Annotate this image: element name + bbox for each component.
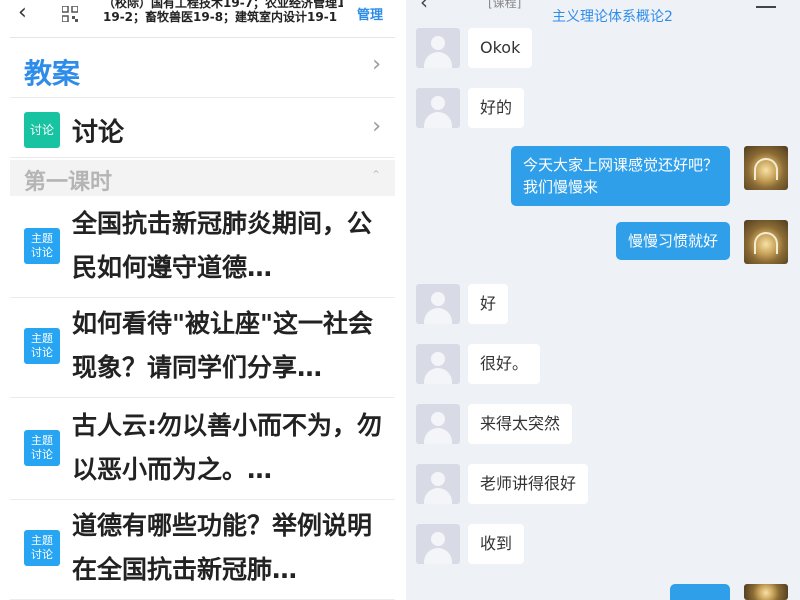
avatar-body-shape	[424, 488, 452, 504]
avatar-head-shape	[431, 352, 445, 366]
section-header[interactable]: 第一课时 ⌃	[10, 160, 395, 196]
chat-bubble-outgoing-partial[interactable]	[670, 584, 730, 600]
chat-bubble-incoming[interactable]: 收到	[468, 524, 525, 564]
topic-tag-line: 主题	[31, 232, 53, 245]
user-avatar[interactable]	[416, 464, 460, 504]
topic-item[interactable]: 主题 讨论 古人云:勿以善小而不为，勿以恶小而为之。…	[10, 400, 395, 500]
discussion-label: 讨论	[72, 118, 125, 148]
topic-title: 全国抗击新冠肺炎期间，公民如何遵守道德…	[72, 209, 373, 282]
chat-panel: ‹ [课程] 主义理论体系概论2 Okok 好的 今天大家上网课感觉还好吧？ 我…	[406, 0, 800, 600]
panel-divider	[398, 0, 406, 600]
chevron-right-icon: ›	[372, 52, 381, 77]
chat-type-tag: [课程]	[488, 0, 522, 10]
discussion-row[interactable]: 讨论 讨论 ›	[10, 100, 395, 158]
avatar-head-shape	[431, 292, 445, 306]
topic-tag: 主题 讨论	[24, 530, 60, 566]
class-list: （校际）国有工程技术19-7；农业经济管理19- 19-2；畜牧兽医19-8；建…	[103, 0, 343, 24]
topic-tag-line: 主题	[31, 434, 53, 447]
topic-tag: 主题 讨论	[24, 328, 60, 364]
topic-item[interactable]: 主题 讨论 如何看待"被让座"这一社会现象？请同学们分享…	[10, 298, 395, 398]
topic-tag: 主题 讨论	[24, 430, 60, 466]
chevron-right-icon: ›	[372, 114, 381, 139]
user-avatar[interactable]	[416, 284, 460, 324]
self-avatar[interactable]	[744, 584, 788, 600]
back-arrow-icon[interactable]: ‹	[420, 0, 428, 14]
topic-tag-line: 讨论	[31, 246, 53, 259]
course-header: ‹ （校际）国有工程技术19-7；农业经济管理19- 19-2；畜牧兽医19-8…	[10, 0, 395, 38]
avatar-body-shape	[424, 548, 452, 564]
topic-item[interactable]: 主题 讨论 道德有哪些功能？举例说明在全国抗击新冠肺…	[10, 500, 395, 600]
avatar-head-shape	[431, 412, 445, 426]
chat-bubble-incoming[interactable]: 好的	[468, 88, 525, 128]
discussion-tag: 讨论	[24, 112, 60, 148]
section-title: 第一课时	[24, 170, 113, 195]
class-list-line: （校际）国有工程技术19-7；农业经济管理19-	[103, 0, 343, 10]
avatar-body-shape	[424, 368, 452, 384]
chat-bubble-incoming[interactable]: 老师讲得很好	[468, 464, 589, 504]
avatar-head-shape	[431, 472, 445, 486]
user-avatar[interactable]	[416, 404, 460, 444]
user-avatar[interactable]	[416, 344, 460, 384]
self-avatar[interactable]	[744, 220, 788, 264]
course-panel: ‹ （校际）国有工程技术19-7；农业经济管理19- 19-2；畜牧兽医19-8…	[10, 0, 395, 600]
chat-title: 主义理论体系概论2	[552, 9, 673, 25]
avatar-head-shape	[431, 36, 445, 50]
topic-tag-line: 主题	[31, 332, 53, 345]
avatar-body-shape	[424, 112, 452, 128]
topic-title: 如何看待"被让座"这一社会现象？请同学们分享…	[72, 309, 374, 382]
avatar-arch-shape	[754, 232, 778, 254]
avatar-body-shape	[424, 428, 452, 444]
menu-icon[interactable]	[756, 6, 776, 8]
topic-title: 古人云:勿以善小而不为，勿以恶小而为之。…	[72, 411, 382, 484]
self-avatar[interactable]	[744, 146, 788, 190]
chevron-up-icon[interactable]: ⌃	[371, 168, 381, 182]
class-list-line: 19-2；畜牧兽医19-8；建筑室内设计19-1	[103, 10, 338, 24]
topic-item[interactable]: 主题 讨论 全国抗击新冠肺炎期间，公民如何遵守道德…	[10, 198, 395, 298]
lesson-plan-row[interactable]: 教案 ›	[10, 40, 395, 98]
back-arrow-icon[interactable]: ‹	[18, 2, 27, 24]
user-avatar[interactable]	[416, 524, 460, 564]
avatar-body-shape	[424, 52, 452, 68]
user-avatar[interactable]	[416, 88, 460, 128]
avatar-body-shape	[424, 308, 452, 324]
topic-tag-line: 讨论	[31, 548, 53, 561]
chat-bubble-incoming[interactable]: 很好。	[468, 344, 541, 384]
avatar-arch-shape	[754, 158, 778, 180]
chat-bubble-outgoing[interactable]: 今天大家上网课感觉还好吧？ 我们慢慢来	[510, 146, 730, 206]
topic-tag-line: 主题	[31, 534, 53, 547]
chat-header: ‹ [课程] 主义理论体系概论2	[406, 0, 800, 26]
chat-bubble-incoming[interactable]: Okok	[468, 28, 533, 68]
avatar-head-shape	[431, 532, 445, 546]
manage-button[interactable]: 管理	[357, 4, 383, 23]
topic-tag: 主题 讨论	[24, 228, 60, 264]
topic-tag-line: 讨论	[31, 448, 53, 461]
chat-bubble-incoming[interactable]: 来得太突然	[468, 404, 573, 444]
avatar-head-shape	[431, 96, 445, 110]
topic-tag-line: 讨论	[31, 346, 53, 359]
qr-code-icon[interactable]	[62, 6, 78, 22]
topic-title: 道德有哪些功能？举例说明在全国抗击新冠肺…	[72, 511, 373, 584]
lesson-plan-label: 教案	[24, 57, 81, 90]
chat-bubble-incoming[interactable]: 好	[468, 284, 509, 324]
chat-bubble-outgoing[interactable]: 慢慢习惯就好	[615, 222, 730, 260]
user-avatar[interactable]	[416, 28, 460, 68]
